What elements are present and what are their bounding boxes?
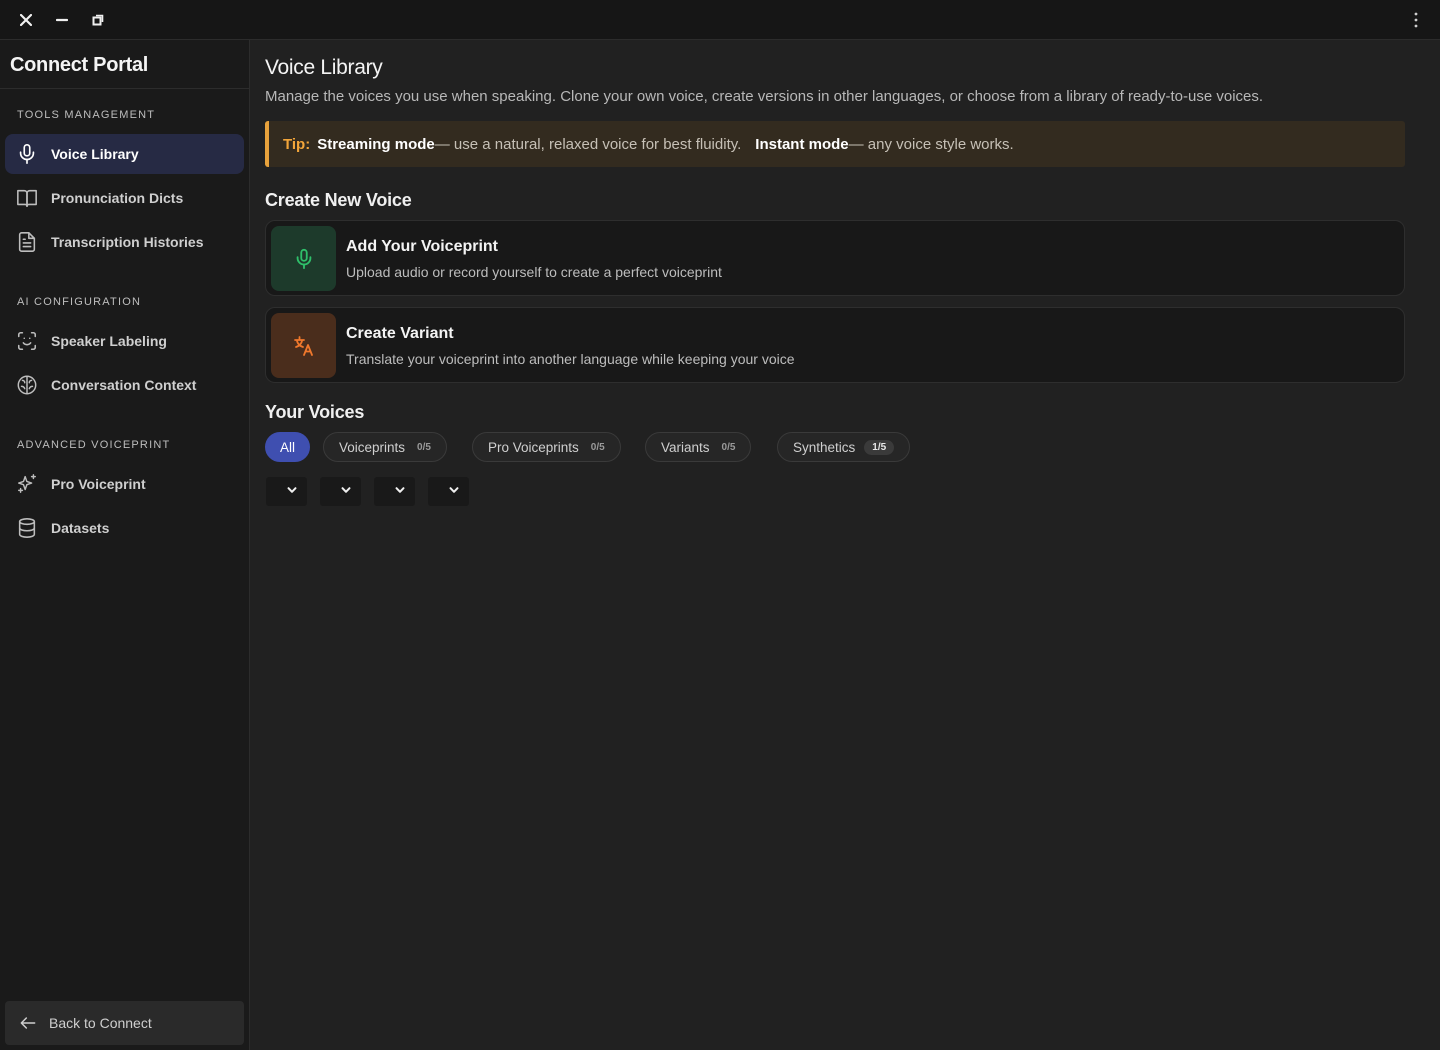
sidebar-item-transcription-histories[interactable]: Transcription Histories [5, 222, 244, 262]
section-label-tools: TOOLS MANAGEMENT [17, 109, 156, 121]
tip-label: Tip: [283, 135, 311, 153]
filter-pro-voiceprints[interactable]: Pro Voiceprints 0/5 [472, 432, 621, 462]
tip-streaming-mode: Streaming mode [317, 135, 435, 153]
tip-streaming-text: — use a natural, relaxed voice for best … [434, 135, 742, 153]
database-icon [16, 517, 38, 539]
sidebar-item-label: Pro Voiceprint [51, 476, 146, 492]
card-description: Upload audio or record yourself to creat… [346, 264, 722, 280]
back-button-label: Back to Connect [49, 1015, 152, 1031]
card-title: Create Variant [346, 325, 454, 342]
tip-instant-text: — any voice style works. [848, 135, 1014, 153]
chevron-down-icon [340, 483, 352, 501]
filter-label: Pro Voiceprints [488, 439, 579, 455]
page-subtitle: Manage the voices you use when speaking.… [265, 88, 1264, 105]
kebab-menu-icon[interactable] [1406, 10, 1426, 30]
filter-dropdown-4[interactable] [428, 477, 469, 506]
filter-count: 0/5 [721, 441, 736, 453]
tip-banner: Tip: Streaming mode — use a natural, rel… [265, 121, 1405, 167]
add-voiceprint-card[interactable]: Add Your Voiceprint Upload audio or reco… [265, 220, 1405, 296]
main-content: Voice Library Manage the voices you use … [250, 40, 1440, 1050]
brand-title: Connect Portal [10, 54, 149, 76]
sidebar-item-label: Voice Library [51, 146, 139, 162]
filter-count: 0/5 [590, 441, 605, 453]
arrow-left-icon [18, 1013, 38, 1033]
back-to-connect-button[interactable]: Back to Connect [5, 1001, 244, 1045]
chevron-down-icon [286, 483, 298, 501]
sidebar: Connect Portal TOOLS MANAGEMENT Voice Li… [0, 40, 250, 1050]
create-variant-card[interactable]: Create Variant Translate your voiceprint… [265, 307, 1405, 383]
microphone-icon [271, 226, 336, 291]
book-icon [16, 187, 38, 209]
card-title: Add Your Voiceprint [346, 238, 499, 255]
create-voice-heading: Create New Voice [265, 190, 412, 210]
title-bar [0, 0, 1440, 40]
chevron-down-icon [448, 483, 460, 501]
card-description: Translate your voiceprint into another l… [346, 351, 795, 367]
translate-icon [271, 313, 336, 378]
filter-label: Synthetics [793, 439, 856, 455]
sidebar-item-label: Speaker Labeling [51, 333, 167, 349]
filter-dropdown-1[interactable] [266, 477, 307, 506]
sparkles-icon [16, 473, 38, 495]
page-title: Voice Library [265, 56, 383, 79]
filter-dropdown-2[interactable] [320, 477, 361, 506]
your-voices-heading: Your Voices [265, 402, 365, 422]
filter-label: All [280, 439, 296, 455]
section-label-advanced: ADVANCED VOICEPRINT [17, 439, 171, 451]
filter-all[interactable]: All [265, 432, 311, 462]
restore-icon[interactable] [88, 10, 108, 30]
filter-count: 0/5 [417, 441, 431, 453]
microphone-icon [16, 143, 38, 165]
brain-icon [16, 374, 38, 396]
sidebar-item-pro-voiceprint[interactable]: Pro Voiceprint [5, 464, 244, 504]
tip-instant-mode: Instant mode [755, 135, 849, 153]
filter-label: Variants [661, 439, 710, 455]
sidebar-item-conversation-context[interactable]: Conversation Context [5, 365, 244, 405]
filter-synthetics[interactable]: Synthetics 1/5 [777, 432, 911, 462]
filter-label: Voiceprints [339, 439, 406, 455]
sidebar-item-label: Pronunciation Dicts [51, 190, 184, 206]
sidebar-item-label: Transcription Histories [51, 234, 204, 250]
filter-count: 1/5 [864, 439, 895, 455]
section-label-ai: AI CONFIGURATION [17, 296, 142, 308]
sidebar-item-label: Conversation Context [51, 377, 197, 393]
chevron-down-icon [394, 483, 406, 501]
filter-voiceprints[interactable]: Voiceprints 0/5 [323, 432, 447, 462]
brand-divider [0, 88, 249, 89]
close-icon[interactable] [16, 10, 36, 30]
filter-variants[interactable]: Variants 0/5 [645, 432, 752, 462]
sidebar-item-datasets[interactable]: Datasets [5, 508, 244, 548]
face-scan-icon [16, 330, 38, 352]
document-icon [16, 231, 38, 253]
minimize-icon[interactable] [52, 10, 72, 30]
sidebar-item-label: Datasets [51, 520, 110, 536]
sidebar-item-voice-library[interactable]: Voice Library [5, 134, 244, 174]
sidebar-item-speaker-labeling[interactable]: Speaker Labeling [5, 321, 244, 361]
sidebar-item-pronunciation-dicts[interactable]: Pronunciation Dicts [5, 178, 244, 218]
filter-dropdown-3[interactable] [374, 477, 415, 506]
